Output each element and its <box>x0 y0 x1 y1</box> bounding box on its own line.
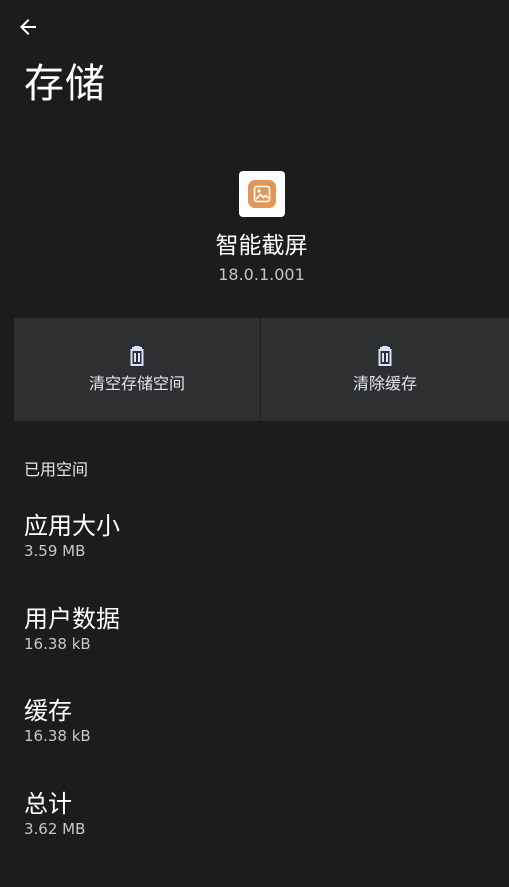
cache-label: 缓存 <box>24 697 72 725</box>
app-size-item: 应用大小 3.59 MB <box>24 511 484 561</box>
user-data-value: 16.38 kB <box>24 635 91 653</box>
cache-item: 缓存 16.38 kB <box>24 696 484 746</box>
trash-icon <box>373 344 397 368</box>
app-size-value: 3.59 MB <box>24 542 86 560</box>
arrow-back-icon <box>16 15 40 43</box>
clear-storage-button[interactable]: 清空存储空间 <box>14 318 261 421</box>
back-button[interactable] <box>8 10 48 48</box>
app-icon <box>238 171 285 217</box>
trash-icon <box>125 344 149 368</box>
user-data-item: 用户数据 16.38 kB <box>24 604 484 654</box>
image-icon <box>247 180 276 208</box>
app-info: 智能截屏 18.0.1.001 <box>0 171 509 285</box>
storage-actions: 清空存储空间 清除缓存 <box>14 318 509 421</box>
clear-storage-label: 清空存储空间 <box>88 374 185 393</box>
app-version: 18.0.1.001 <box>218 265 305 284</box>
app-name: 智能截屏 <box>215 233 308 259</box>
app-size-label: 应用大小 <box>24 512 120 540</box>
total-item: 总计 3.62 MB <box>24 789 484 839</box>
user-data-label: 用户数据 <box>24 605 120 633</box>
clear-cache-label: 清除缓存 <box>352 374 417 393</box>
total-label: 总计 <box>24 790 72 818</box>
total-value: 3.62 MB <box>24 820 86 838</box>
cache-value: 16.38 kB <box>24 727 91 745</box>
clear-cache-button[interactable]: 清除缓存 <box>261 318 509 421</box>
used-space-header: 已用空间 <box>24 460 89 479</box>
page-title: 存储 <box>24 61 106 107</box>
